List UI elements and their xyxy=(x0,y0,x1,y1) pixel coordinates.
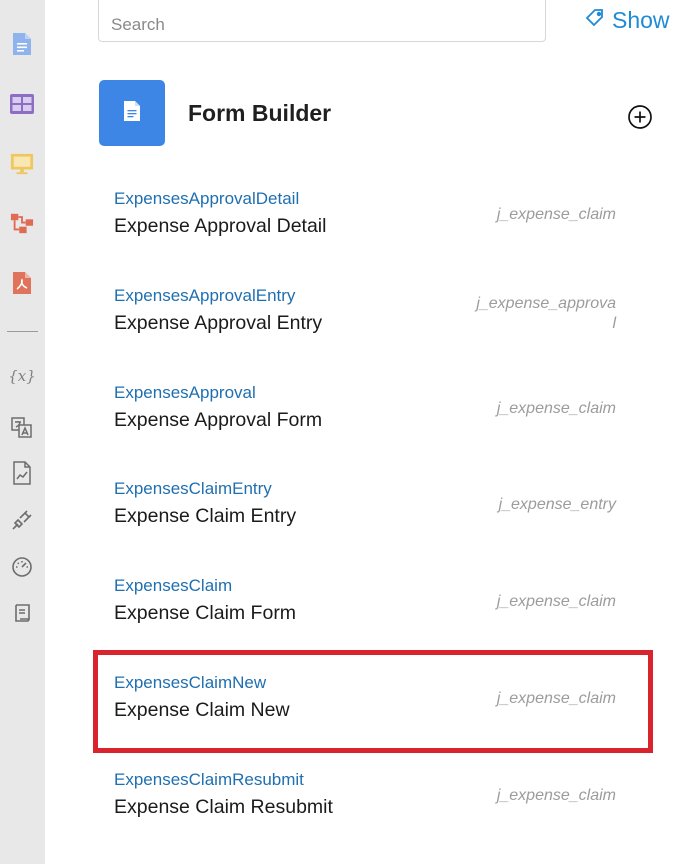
list-item[interactable]: ExpensesApproval Expense Approval Form j… xyxy=(98,383,638,459)
variables-icon[interactable]: {x} xyxy=(8,364,36,388)
monitor-icon[interactable] xyxy=(10,152,34,176)
pdf-icon[interactable] xyxy=(10,271,34,295)
add-form-button[interactable] xyxy=(627,104,653,130)
scroll-icon[interactable] xyxy=(10,601,34,625)
form-table-name: j_expense_claim xyxy=(496,690,616,707)
translate-icon[interactable] xyxy=(10,416,34,440)
form-code[interactable]: ExpensesApprovalEntry xyxy=(114,286,295,306)
plugin-icon[interactable] xyxy=(10,508,34,532)
form-title: Expense Claim New xyxy=(114,699,290,721)
form-table-name: j_expense_claim xyxy=(496,400,616,417)
form-code[interactable]: ExpensesClaim xyxy=(114,576,232,596)
show-tags-button[interactable]: Show xyxy=(585,6,670,34)
report-icon[interactable] xyxy=(10,461,34,485)
form-code[interactable]: ExpensesApproval xyxy=(114,383,256,403)
form-title: Expense Claim Form xyxy=(114,602,297,624)
form-title: Expense Approval Detail xyxy=(114,215,327,237)
list-item[interactable]: ExpensesClaim Expense Claim Form j_expen… xyxy=(98,576,638,652)
document-icon[interactable] xyxy=(10,32,34,56)
form-code[interactable]: ExpensesClaimNew xyxy=(114,673,266,693)
table-icon[interactable] xyxy=(10,92,34,116)
list-item[interactable]: ExpensesApprovalEntry Expense Approval E… xyxy=(98,286,638,362)
left-sidebar: {x} xyxy=(0,0,45,864)
form-code[interactable]: ExpensesApprovalDetail xyxy=(114,189,299,209)
form-table-name: j_expense_claim xyxy=(496,206,616,223)
sidebar-divider xyxy=(7,331,38,332)
plus-circle-icon xyxy=(627,105,653,134)
list-item[interactable]: ExpensesApprovalDetail Expense Approval … xyxy=(98,189,638,265)
form-document-icon xyxy=(123,100,141,127)
form-title: Expense Claim Entry xyxy=(114,505,297,527)
form-builder-tile xyxy=(99,80,165,146)
show-label: Show xyxy=(612,6,670,33)
search-input[interactable] xyxy=(98,0,546,42)
form-table-name: j_expense_entry xyxy=(498,496,616,513)
form-title: Expense Claim Resubmit xyxy=(114,796,333,818)
form-table-name: j_expense_approval xyxy=(476,295,616,332)
form-title: Expense Approval Form xyxy=(114,409,323,431)
form-code[interactable]: ExpensesClaimEntry xyxy=(114,479,272,499)
list-item[interactable]: ExpensesClaimResubmit Expense Claim Resu… xyxy=(98,770,638,846)
form-title: Expense Approval Entry xyxy=(114,312,323,334)
form-table-name: j_expense_claim xyxy=(496,593,616,610)
dashboard-icon[interactable] xyxy=(10,554,34,578)
tag-icon xyxy=(585,7,605,34)
form-code[interactable]: ExpensesClaimResubmit xyxy=(114,770,304,790)
workflow-icon[interactable] xyxy=(10,211,34,235)
form-table-name: j_expense_claim xyxy=(496,787,616,804)
page-title: Form Builder xyxy=(188,100,332,126)
list-item[interactable]: ExpensesClaimNew Expense Claim New j_exp… xyxy=(98,673,638,749)
list-item[interactable]: ExpensesClaimEntry Expense Claim Entry j… xyxy=(98,479,638,555)
